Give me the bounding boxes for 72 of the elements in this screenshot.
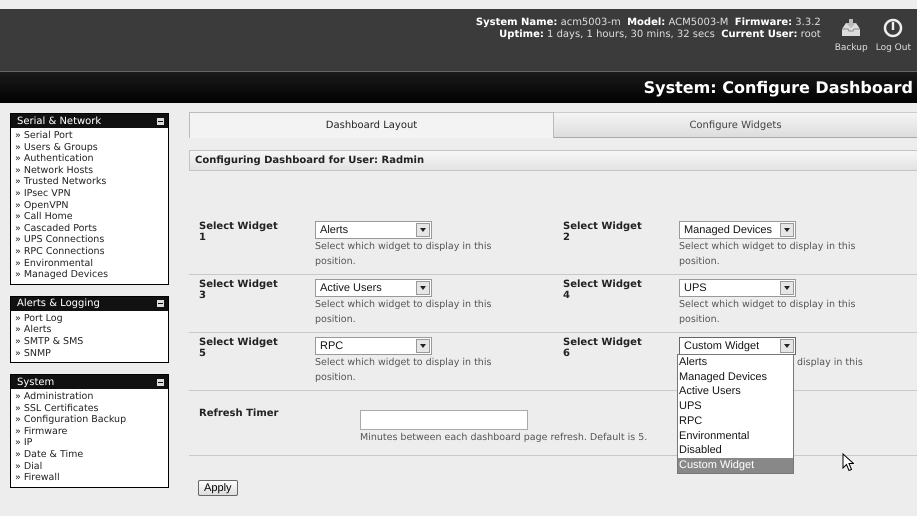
refresh-timer-field[interactable] xyxy=(360,410,528,430)
sidebar-link[interactable]: » UPS Connections xyxy=(15,234,168,246)
field-label: Select Widget 2 xyxy=(563,221,643,245)
sidebar-link[interactable]: » IPsec VPN xyxy=(15,188,168,200)
collapse-icon[interactable] xyxy=(157,118,164,124)
sidebar-link[interactable]: » Trusted Networks xyxy=(15,176,168,188)
help-text: Select which widget to display in this position. xyxy=(679,298,856,326)
sidebar-link[interactable]: » Firewall xyxy=(15,472,168,484)
dropdown-option[interactable]: UPS xyxy=(678,399,793,414)
widget-dropdown[interactable]: RPC xyxy=(315,337,432,355)
sidebar-link[interactable]: » Authentication xyxy=(15,153,168,165)
field-label: Select Widget 3 xyxy=(199,279,279,303)
sidebar-link[interactable]: » Administration xyxy=(15,391,168,403)
widget-dropdown[interactable]: Alerts xyxy=(315,221,432,239)
sidebar-link[interactable]: » Configuration Backup xyxy=(15,414,168,426)
sidebar-link[interactable]: » Firmware xyxy=(15,426,168,438)
dropdown-option[interactable]: Managed Devices xyxy=(678,370,793,384)
apply-button[interactable]: Apply xyxy=(198,480,238,496)
sidebar-header[interactable]: System xyxy=(11,375,168,390)
field-label: Refresh Timer xyxy=(199,408,280,421)
dropdown-option[interactable]: RPC xyxy=(678,414,793,429)
field-label: Select Widget 4 xyxy=(563,279,643,303)
collapse-icon[interactable] xyxy=(157,300,164,308)
sidebar-link[interactable]: » Date & Time xyxy=(15,449,168,461)
tab[interactable]: Configure Widgets xyxy=(554,112,917,138)
section-header: Configuring Dashboard for User: Radmin xyxy=(189,150,917,171)
dropdown-option[interactable]: Environmental xyxy=(678,428,793,444)
system-info-text: Uptime: 1 days, 1 hours, 30 mins, 32 secs Current User: root xyxy=(498,29,821,41)
sidebar-link[interactable]: » Cascaded Ports xyxy=(15,222,168,234)
sidebar-link[interactable]: » SMTP & SMS xyxy=(15,336,168,348)
help-text: Select which widget to display in this position. xyxy=(679,240,856,268)
widget-dropdown[interactable]: Managed Devices xyxy=(679,221,796,239)
help-text: Select which widget to display in this position. xyxy=(315,356,492,384)
help-text: display in this xyxy=(797,356,863,370)
dropdown-option[interactable]: Active Users xyxy=(678,384,793,400)
tab[interactable]: Dashboard Layout xyxy=(189,112,554,138)
dropdown-option[interactable]: Disabled xyxy=(678,443,793,458)
sidebar-link[interactable]: » RPC Connections xyxy=(15,246,168,258)
sidebar-link[interactable]: » OpenVPN xyxy=(15,200,168,212)
widget-dropdown[interactable]: Active Users xyxy=(315,279,432,297)
sidebar-link[interactable]: » Managed Devices xyxy=(15,269,168,281)
system-info-text: System Name: acm5003-m Model: ACM5003-M Firmware: 3.3.2 xyxy=(476,17,821,29)
dropdown-option[interactable]: Alerts xyxy=(678,355,793,370)
widget-dropdown[interactable]: Custom Widget xyxy=(679,337,796,355)
collapse-icon[interactable] xyxy=(157,378,164,386)
sidebar-link[interactable]: » Environmental xyxy=(15,258,168,270)
sidebar-link[interactable]: » Serial Port xyxy=(15,130,168,142)
sidebar-link[interactable]: » SSL Certificates xyxy=(15,402,168,414)
sidebar-link[interactable]: » SNMP xyxy=(15,348,168,360)
sidebar-link[interactable]: » Users & Groups xyxy=(15,142,168,154)
page-title: System: Configure Dashboard xyxy=(644,78,913,97)
sidebar-link[interactable]: » Call Home xyxy=(15,211,168,223)
field-label: Select Widget 6 xyxy=(563,337,643,361)
backup-button[interactable]: Backup xyxy=(832,18,870,53)
help-text: Select which widget to display in this position. xyxy=(315,298,492,326)
logout-button[interactable]: Log Out xyxy=(874,18,913,53)
help-text: Select which widget to display in this position. xyxy=(315,240,492,268)
sidebar-link[interactable]: » Dial xyxy=(15,460,168,472)
sidebar-header[interactable]: Serial & Network xyxy=(11,114,168,128)
sidebar-link[interactable]: » Port Log xyxy=(15,312,168,324)
sidebar-link[interactable]: » IP xyxy=(15,437,168,450)
sidebar-header[interactable]: Alerts & Logging xyxy=(11,296,168,311)
field-label: Select Widget 5 xyxy=(199,337,279,361)
power-icon xyxy=(883,18,904,38)
field-label: Select Widget 1 xyxy=(199,221,279,245)
widget-dropdown[interactable]: UPS xyxy=(679,279,796,297)
dropdown-option[interactable]: Custom Widget xyxy=(678,458,793,473)
help-text: Minutes between each dashboard page refresh. Default is 5. xyxy=(360,431,648,445)
sidebar-link[interactable]: » Network Hosts xyxy=(15,164,168,176)
sidebar-link[interactable]: » Alerts xyxy=(15,324,168,336)
tray-icon xyxy=(840,18,862,38)
cursor-icon xyxy=(842,453,854,472)
